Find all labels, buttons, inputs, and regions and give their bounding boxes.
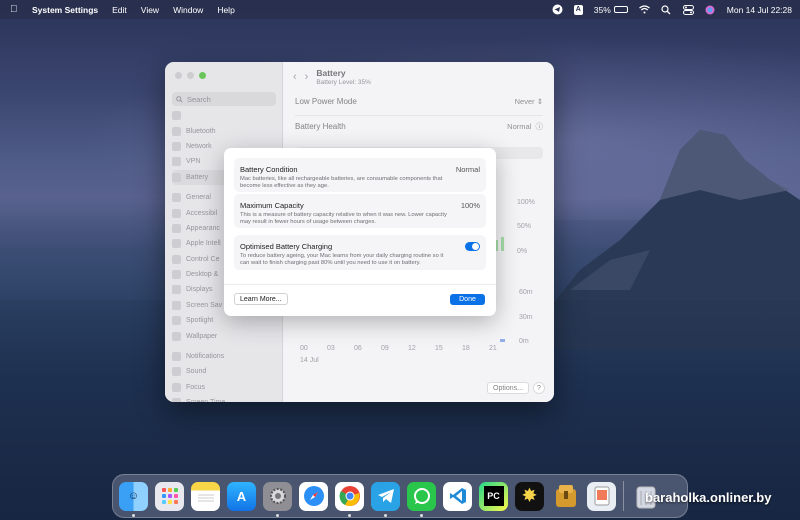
condition-card: Battery Condition Normal Mac batteries, l…: [234, 158, 486, 192]
done-button[interactable]: Done: [450, 294, 485, 305]
app-store-icon: A: [236, 488, 247, 504]
battery-icon: [613, 6, 628, 13]
optimised-description: To reduce battery ageing, your Mac learn…: [240, 253, 444, 267]
dock-launchpad[interactable]: [155, 481, 184, 511]
starburst-icon: ✸: [522, 486, 537, 505]
launchpad-icon: [161, 488, 178, 504]
dock-chrome[interactable]: [335, 481, 364, 517]
dock-notes[interactable]: [191, 481, 220, 511]
condition-value: Normal: [455, 165, 480, 174]
optimised-card: Optimised Battery Charging To reduce bat…: [234, 235, 486, 270]
condition-section: Battery Condition Normal Mac batteries, l…: [240, 165, 480, 190]
dock-whatsapp[interactable]: [407, 481, 436, 517]
learn-more-button[interactable]: Learn More...: [234, 293, 288, 305]
dock-finder[interactable]: ☺: [119, 481, 148, 517]
dock-safari[interactable]: [299, 481, 328, 511]
menu-edit[interactable]: Edit: [112, 5, 127, 15]
vscode-icon: [449, 488, 466, 504]
app-menu[interactable]: System Settings: [32, 5, 98, 15]
menu-window[interactable]: Window: [173, 5, 203, 15]
preview-icon: [594, 486, 609, 506]
control-centre-icon[interactable]: [682, 4, 694, 15]
optimised-charging-toggle[interactable]: [465, 242, 480, 251]
capacity-description: This is a measure of battery capacity re…: [240, 212, 447, 226]
watermark-text: baraholka.onliner.by: [645, 490, 772, 505]
condition-description: Mac batteries, like all rechargeable bat…: [240, 176, 443, 190]
spotlight-search-icon[interactable]: [661, 4, 672, 15]
dock: ☺ A PC ✸: [112, 474, 688, 518]
clock[interactable]: Mon 14 Jul 22:28: [727, 5, 792, 15]
safari-icon: [303, 486, 324, 506]
whatsapp-icon: [413, 488, 430, 504]
telegram-status-icon[interactable]: [552, 4, 563, 15]
capacity-title: Maximum Capacity: [240, 201, 304, 210]
battery-status[interactable]: 35%: [594, 5, 628, 15]
dock-telegram[interactable]: [371, 481, 400, 517]
pycharm-icon: PC: [483, 486, 504, 506]
battery-health-dialog: Battery Condition Normal Mac batteries, l…: [224, 148, 496, 316]
optimised-section: Optimised Battery Charging To reduce bat…: [240, 242, 480, 267]
menu-help[interactable]: Help: [217, 5, 234, 15]
capacity-value: 100%: [460, 201, 480, 210]
apple-menu-icon[interactable]: : [10, 4, 24, 15]
dock-spark[interactable]: ✸: [515, 481, 544, 511]
dock-archive-utility[interactable]: [551, 482, 580, 511]
menu-view[interactable]: View: [141, 5, 159, 15]
menubar:  System Settings Edit View Window Help …: [0, 0, 800, 19]
dock-separator: [623, 481, 624, 511]
optimised-title: Optimised Battery Charging: [240, 242, 333, 251]
dock-vscode[interactable]: [443, 481, 472, 511]
battery-percent: 35%: [593, 4, 611, 15]
archive-icon: [555, 485, 576, 507]
telegram-icon: [377, 489, 394, 503]
dialog-divider: [224, 284, 496, 285]
siri-icon[interactable]: [705, 4, 716, 15]
capacity-card: Maximum Capacity 100% This is a measure o…: [234, 194, 486, 228]
dock-app-store[interactable]: A: [227, 481, 256, 511]
gear-icon: [269, 488, 286, 504]
finder-icon: ☺: [127, 490, 140, 502]
dock-system-settings[interactable]: [263, 481, 292, 517]
notes-icon: [197, 494, 214, 502]
dock-preview[interactable]: [587, 481, 616, 511]
chrome-icon: [339, 486, 360, 507]
dock-pycharm[interactable]: PC: [479, 481, 508, 511]
wifi-icon[interactable]: [638, 4, 650, 15]
capacity-section: Maximum Capacity 100% This is a measure o…: [240, 201, 480, 226]
input-source-indicator[interactable]: A: [573, 4, 583, 15]
condition-title: Battery Condition: [240, 165, 298, 174]
